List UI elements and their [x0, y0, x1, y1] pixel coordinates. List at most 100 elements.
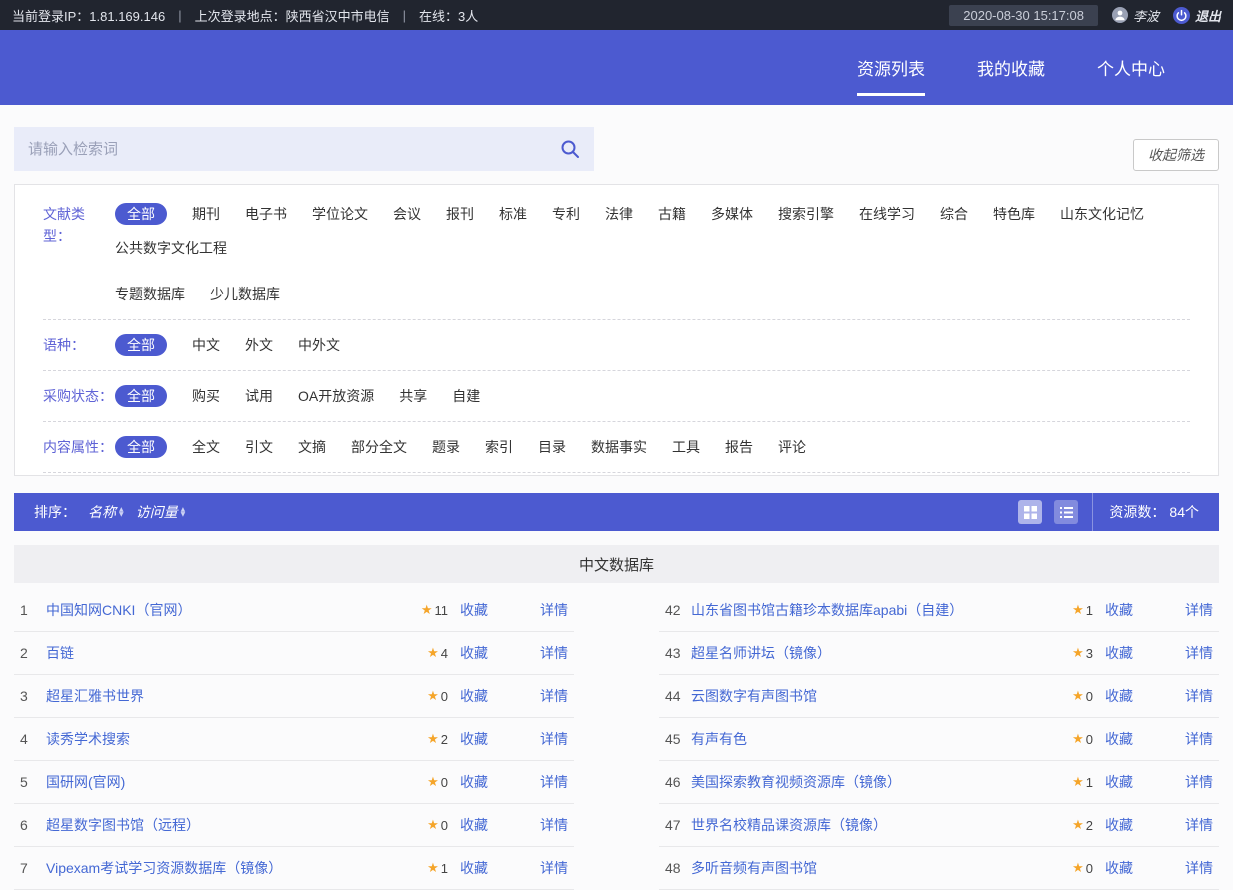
filter-option[interactable]: 专题数据库 [115, 283, 185, 305]
filter-option[interactable]: 特色库 [993, 203, 1035, 225]
filter-option[interactable]: 购买 [192, 385, 220, 407]
filter-option[interactable]: 全部 [115, 385, 167, 407]
filter-option[interactable]: OA开放资源 [298, 385, 374, 407]
filter-option[interactable]: 报刊 [446, 203, 474, 225]
filter-option[interactable]: 报告 [725, 436, 753, 458]
resource-name-link[interactable]: 百链 [46, 643, 402, 663]
nav-item-resource-list[interactable]: 资源列表 [857, 30, 925, 105]
resource-name-link[interactable]: 世界名校精品课资源库（镜像） [691, 815, 1047, 835]
favorite-link[interactable]: 收藏 [1105, 600, 1133, 620]
list-view-button[interactable] [1054, 500, 1078, 524]
favorite-link[interactable]: 收藏 [460, 643, 488, 663]
filter-option[interactable]: 索引 [485, 436, 513, 458]
favorite-link[interactable]: 收藏 [460, 815, 488, 835]
detail-link[interactable]: 详情 [540, 729, 568, 749]
favorite-link[interactable]: 收藏 [460, 772, 488, 792]
resource-name-link[interactable]: 多听音频有声图书馆 [691, 858, 1047, 878]
filter-option[interactable]: 中文 [192, 334, 220, 356]
filter-option[interactable]: 部分全文 [351, 436, 407, 458]
filter-option[interactable]: 引文 [245, 436, 273, 458]
detail-link[interactable]: 详情 [1185, 772, 1213, 792]
detail-link[interactable]: 详情 [1185, 686, 1213, 706]
resource-name-link[interactable]: 有声有色 [691, 729, 1047, 749]
filter-option[interactable]: 综合 [940, 203, 968, 225]
favorite-link[interactable]: 收藏 [1105, 772, 1133, 792]
filter-option[interactable]: 试用 [245, 385, 273, 407]
favorite-link[interactable]: 收藏 [460, 729, 488, 749]
filter-option[interactable]: 中外文 [298, 334, 340, 356]
resource-name-link[interactable]: 山东省图书馆古籍珍本数据库apabi（自建） [691, 600, 1047, 620]
resource-name-link[interactable]: 读秀学术搜索 [46, 729, 402, 749]
resource-name-link[interactable]: 云图数字有声图书馆 [691, 686, 1047, 706]
detail-link[interactable]: 详情 [1185, 858, 1213, 878]
favorite-link[interactable]: 收藏 [1105, 815, 1133, 835]
user-icon [1112, 7, 1128, 23]
filter-option[interactable]: 古籍 [658, 203, 686, 225]
detail-link[interactable]: 详情 [540, 858, 568, 878]
resource-name-link[interactable]: 国研网(官网) [46, 772, 402, 792]
filter-option[interactable]: 外文 [245, 334, 273, 356]
nav-item-personal-center[interactable]: 个人中心 [1097, 30, 1165, 105]
filter-option[interactable]: 电子书 [245, 203, 287, 225]
user-menu[interactable]: 李波 [1112, 6, 1159, 25]
filter-option[interactable]: 数据事实 [591, 436, 647, 458]
filter-option[interactable]: 评论 [778, 436, 806, 458]
detail-link[interactable]: 详情 [1185, 600, 1213, 620]
favorite-link[interactable]: 收藏 [1105, 686, 1133, 706]
sort-by-name[interactable]: 名称 ▲▼ [88, 502, 124, 522]
filter-option[interactable]: 工具 [672, 436, 700, 458]
grid-view-button[interactable] [1018, 500, 1042, 524]
resource-name-link[interactable]: 美国探索教育视频资源库（镜像） [691, 772, 1047, 792]
filter-option[interactable]: 自建 [452, 385, 480, 407]
filter-option[interactable]: 会议 [393, 203, 421, 225]
favorite-link[interactable]: 收藏 [460, 858, 488, 878]
detail-link[interactable]: 详情 [540, 815, 568, 835]
filter-option[interactable]: 山东文化记忆 [1060, 203, 1144, 225]
resource-name-link[interactable]: 超星名师讲坛（镜像） [691, 643, 1047, 663]
resource-name-link[interactable]: 超星数字图书馆（远程） [46, 815, 402, 835]
filter-option[interactable]: 在线学习 [859, 203, 915, 225]
filter-option[interactable]: 法律 [605, 203, 633, 225]
filter-option[interactable]: 题录 [432, 436, 460, 458]
detail-link[interactable]: 详情 [1185, 643, 1213, 663]
filter-option[interactable]: 标准 [499, 203, 527, 225]
filter-option[interactable]: 专利 [552, 203, 580, 225]
filter-option[interactable]: 期刊 [192, 203, 220, 225]
detail-link[interactable]: 详情 [540, 600, 568, 620]
resource-name-link[interactable]: Vipexam考试学习资源数据库（镜像） [46, 858, 402, 878]
filter-option[interactable]: 全文 [192, 436, 220, 458]
nav-item-my-favorites[interactable]: 我的收藏 [977, 30, 1045, 105]
resource-name-link[interactable]: 超星汇雅书世界 [46, 686, 402, 706]
filter-option[interactable]: 搜索引擎 [778, 203, 834, 225]
favorite-link[interactable]: 收藏 [1105, 643, 1133, 663]
detail-link[interactable]: 详情 [1185, 815, 1213, 835]
resource-row: 45有声有色★0收藏详情 [659, 718, 1219, 761]
favorite-link[interactable]: 收藏 [460, 686, 488, 706]
search-icon[interactable] [560, 139, 580, 159]
filter-option[interactable]: 目录 [538, 436, 566, 458]
filter-option[interactable]: 少儿数据库 [210, 283, 280, 305]
favorite-link[interactable]: 收藏 [1105, 729, 1133, 749]
collapse-filter-button[interactable]: 收起筛选 [1133, 139, 1219, 171]
resource-count-value: 84个 [1169, 502, 1199, 522]
filter-option[interactable]: 学位论文 [312, 203, 368, 225]
filter-option[interactable]: 文摘 [298, 436, 326, 458]
filter-option[interactable]: 全部 [115, 436, 167, 458]
detail-link[interactable]: 详情 [1185, 729, 1213, 749]
detail-link[interactable]: 详情 [540, 686, 568, 706]
filter-option[interactable]: 多媒体 [711, 203, 753, 225]
detail-link[interactable]: 详情 [540, 643, 568, 663]
detail-link[interactable]: 详情 [540, 772, 568, 792]
resource-row: 48多听音频有声图书馆★0收藏详情 [659, 847, 1219, 890]
favorite-link[interactable]: 收藏 [460, 600, 488, 620]
filter-option[interactable]: 共享 [399, 385, 427, 407]
search-input[interactable] [14, 127, 594, 171]
logout-button[interactable]: 退出 [1173, 6, 1221, 25]
resource-name-link[interactable]: 中国知网CNKI（官网） [46, 600, 402, 620]
favorite-link[interactable]: 收藏 [1105, 858, 1133, 878]
filter-option[interactable]: 全部 [115, 203, 167, 225]
sort-by-visits[interactable]: 访问量 ▲▼ [136, 502, 186, 522]
filter-option[interactable]: 公共数字文化工程 [115, 237, 227, 259]
resource-number: 4 [20, 731, 46, 747]
filter-option[interactable]: 全部 [115, 334, 167, 356]
